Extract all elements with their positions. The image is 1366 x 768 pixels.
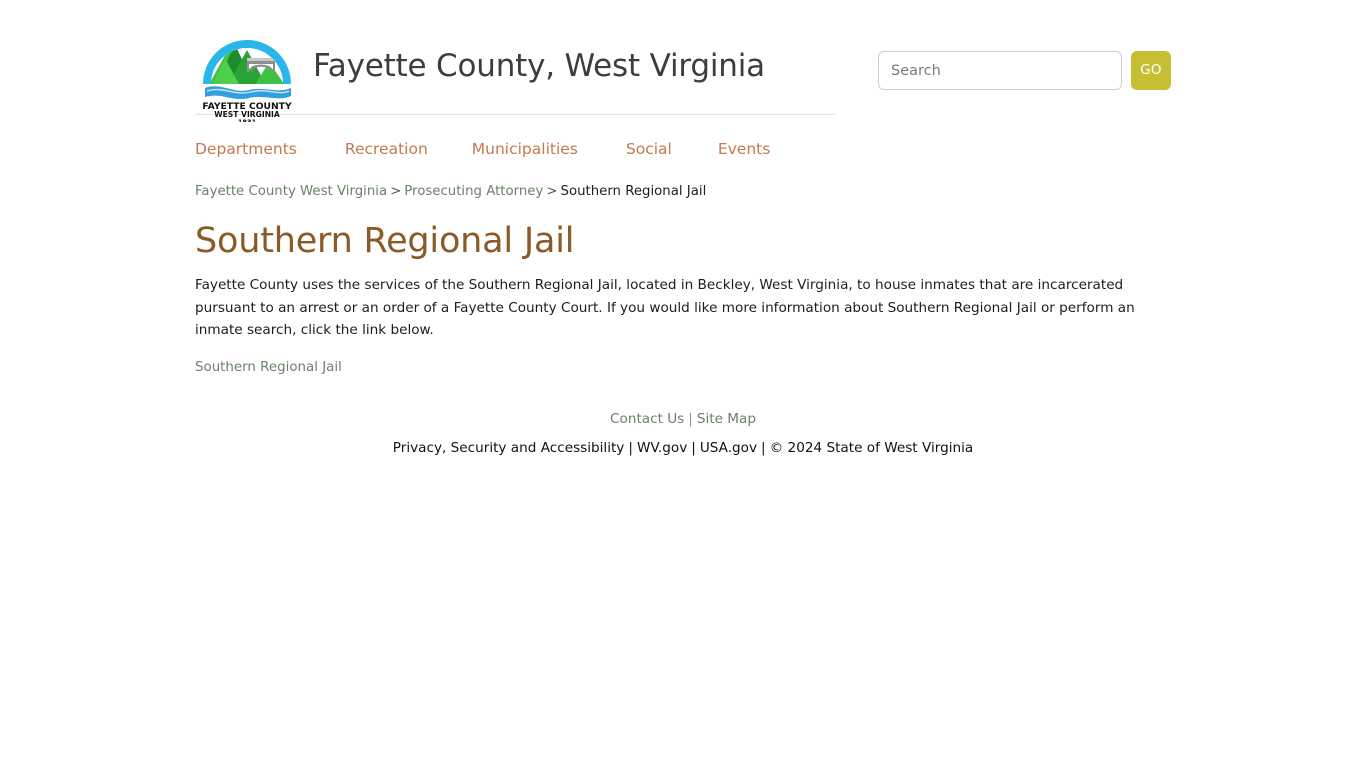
search-go-button[interactable]: GO [1131,51,1171,90]
nav-item-social[interactable]: Social [626,140,672,158]
footer-separator: | [691,439,696,456]
footer-copyright: © 2024 State of West Virginia [769,439,974,456]
footer-link-privacy[interactable]: Privacy, Security and Accessibility [393,440,625,456]
footer-link-usa-gov[interactable]: USA.gov [700,440,757,456]
search-input[interactable] [878,51,1122,90]
county-seal-logo[interactable]: FAYETTE COUNTY WEST VIRGINIA 1831 [195,18,299,127]
footer-link-wv-gov[interactable]: WV.gov [637,440,687,456]
southern-regional-jail-link[interactable]: Southern Regional Jail [195,360,342,375]
footer-link-site-map[interactable]: Site Map [697,411,756,427]
search-area: GO [878,18,1171,90]
page-container: FAYETTE COUNTY WEST VIRGINIA 1831 Fayett… [195,0,1171,458]
nav-item-municipalities[interactable]: Municipalities [472,140,578,158]
breadcrumb-item-prosecuting-attorney[interactable]: Prosecuting Attorney [404,184,543,199]
nav-item-recreation[interactable]: Recreation [345,140,428,158]
nav-item-departments[interactable]: Departments [195,140,297,158]
footer-separator: | [688,410,693,427]
site-header: FAYETTE COUNTY WEST VIRGINIA 1831 Fayett… [195,0,1171,127]
breadcrumb-item-home[interactable]: Fayette County West Virginia [195,184,387,199]
site-footer: Contact Us | Site Map Privacy, Security an… [195,409,1171,458]
breadcrumb: Fayette County West Virginia > Prosecuting… [195,167,1171,202]
breadcrumb-separator: > [390,184,402,199]
page-title: Southern Regional Jail [195,220,575,261]
main-navigation: Departments Recreation Municipalities So… [195,115,1171,167]
site-title: Fayette County, West Virginia [313,48,765,85]
nav-item-events[interactable]: Events [718,140,770,158]
brand-block[interactable]: FAYETTE COUNTY WEST VIRGINIA 1831 Fayett… [195,18,765,127]
footer-primary-links: Contact Us | Site Map [195,409,1171,429]
footer-legal-links: Privacy, Security and Accessibility | WV.g… [195,438,1171,458]
footer-link-contact-us[interactable]: Contact Us [610,411,684,427]
footer-separator: | [628,439,633,456]
footer-separator: | [761,439,766,456]
page-root: FAYETTE COUNTY WEST VIRGINIA 1831 Fayett… [0,0,1366,768]
seal-line-3: 1831 [238,119,257,123]
breadcrumb-current: Southern Regional Jail [560,184,707,199]
page-paragraph: Fayette County uses the services of the … [195,277,1135,339]
breadcrumb-separator: > [546,184,558,199]
